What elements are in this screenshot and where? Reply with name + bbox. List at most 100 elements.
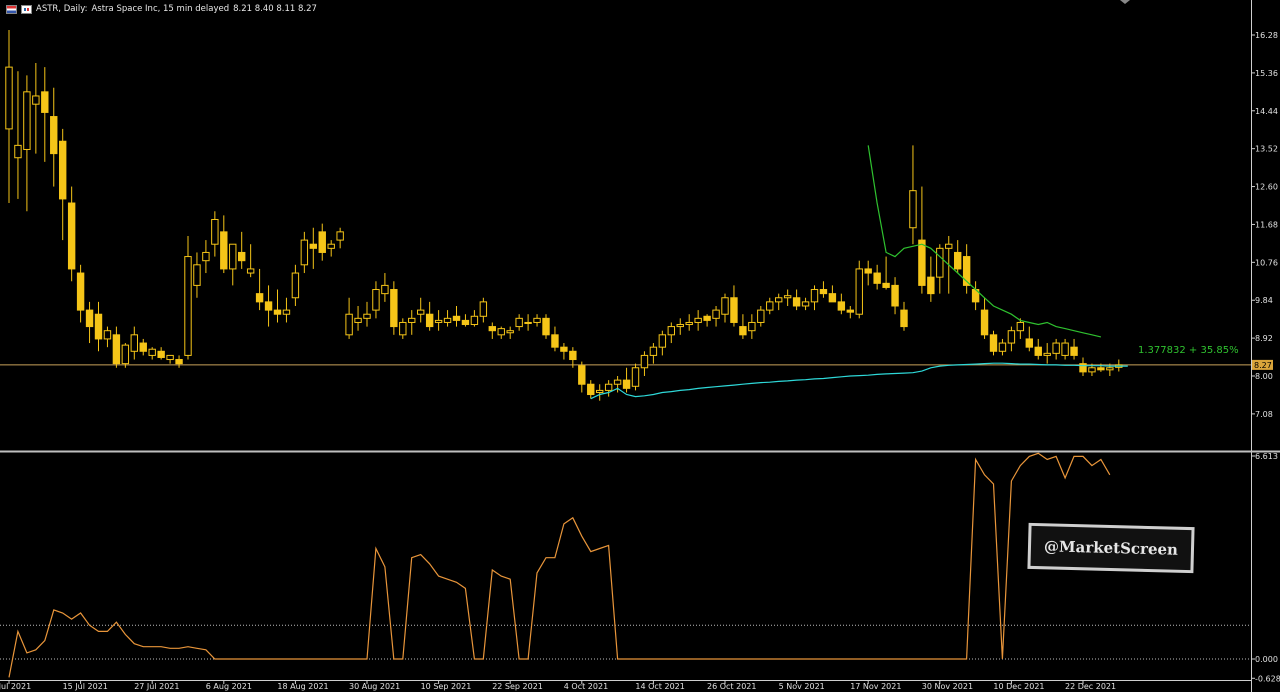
candle[interactable] — [685, 321, 693, 326]
candle[interactable] — [927, 276, 935, 295]
candle[interactable] — [94, 313, 103, 340]
candle[interactable] — [452, 315, 461, 321]
candle[interactable] — [1016, 321, 1025, 332]
candle[interactable] — [32, 95, 40, 105]
candle[interactable] — [1025, 338, 1033, 348]
candle[interactable] — [238, 251, 246, 262]
candle[interactable] — [417, 309, 425, 315]
candle[interactable] — [363, 313, 371, 319]
candle[interactable] — [157, 350, 165, 358]
candle[interactable] — [667, 326, 675, 336]
candle[interactable] — [327, 243, 335, 249]
candle[interactable] — [909, 190, 917, 229]
candle[interactable] — [578, 365, 586, 385]
candle[interactable] — [613, 379, 622, 385]
candle[interactable] — [1061, 342, 1069, 356]
candle[interactable] — [980, 309, 989, 336]
candle[interactable] — [408, 317, 416, 323]
candle[interactable] — [255, 293, 264, 303]
candle[interactable] — [85, 309, 94, 328]
candle[interactable] — [211, 219, 219, 245]
candle[interactable] — [837, 301, 846, 311]
candle[interactable] — [5, 66, 13, 130]
candle[interactable] — [273, 309, 282, 315]
candle[interactable] — [604, 383, 613, 391]
candle[interactable] — [41, 91, 49, 113]
candle[interactable] — [864, 268, 872, 274]
candle[interactable] — [900, 309, 908, 328]
candle[interactable] — [130, 334, 139, 352]
candle[interactable] — [1097, 367, 1105, 371]
candle[interactable] — [954, 251, 962, 270]
candle[interactable] — [730, 297, 738, 323]
candle[interactable] — [918, 239, 926, 286]
candle[interactable] — [1070, 346, 1078, 356]
candle[interactable] — [184, 256, 192, 356]
candle[interactable] — [390, 289, 398, 328]
candle[interactable] — [193, 264, 201, 286]
candle[interactable] — [148, 348, 156, 356]
candle[interactable] — [542, 317, 550, 336]
candle[interactable] — [202, 251, 210, 262]
candle[interactable] — [855, 268, 863, 315]
candle[interactable] — [229, 243, 237, 270]
candle[interactable] — [291, 272, 300, 299]
candle[interactable] — [945, 243, 953, 249]
candle[interactable] — [309, 243, 318, 249]
candle[interactable] — [282, 309, 291, 315]
candle[interactable] — [318, 231, 326, 253]
candle[interactable] — [399, 321, 407, 336]
candle[interactable] — [264, 301, 273, 311]
candle[interactable] — [569, 350, 577, 361]
candle[interactable] — [560, 346, 568, 352]
candle[interactable] — [139, 342, 147, 352]
candle[interactable] — [783, 295, 792, 299]
candle[interactable] — [14, 144, 22, 159]
candle[interactable] — [882, 282, 890, 288]
candle[interactable] — [524, 321, 532, 324]
candle[interactable] — [1079, 363, 1087, 373]
candle[interactable] — [1088, 367, 1096, 373]
candle[interactable] — [506, 330, 514, 334]
candle[interactable] — [246, 268, 255, 274]
candle[interactable] — [497, 328, 505, 336]
candle[interactable] — [721, 297, 729, 315]
candle[interactable] — [622, 379, 631, 389]
candle[interactable] — [59, 140, 67, 200]
candle[interactable] — [103, 330, 112, 340]
candle[interactable] — [757, 309, 765, 323]
candle[interactable] — [1052, 342, 1060, 354]
candle[interactable] — [354, 317, 362, 323]
candle[interactable] — [676, 324, 684, 328]
candle[interactable] — [300, 239, 309, 266]
candle[interactable] — [76, 272, 85, 311]
candle[interactable] — [443, 317, 452, 323]
candle[interactable] — [775, 297, 783, 303]
candle[interactable] — [936, 247, 944, 278]
candle[interactable] — [488, 326, 497, 332]
candle[interactable] — [67, 202, 76, 270]
candle[interactable] — [587, 383, 595, 396]
candle[interactable] — [658, 334, 667, 348]
candle[interactable] — [631, 367, 640, 387]
candle[interactable] — [1043, 352, 1051, 356]
candle[interactable] — [748, 321, 756, 332]
candle[interactable] — [50, 116, 58, 155]
candle[interactable] — [1007, 330, 1016, 344]
candle[interactable] — [703, 315, 711, 321]
candle[interactable] — [596, 389, 604, 393]
candle[interactable] — [345, 313, 353, 336]
candle[interactable] — [712, 309, 720, 319]
candle[interactable] — [640, 354, 649, 369]
candle[interactable] — [479, 301, 488, 317]
candle[interactable] — [801, 301, 810, 307]
candle[interactable] — [425, 313, 434, 328]
candle[interactable] — [372, 289, 380, 311]
candle[interactable] — [551, 334, 559, 348]
candle[interactable] — [649, 346, 658, 356]
candle[interactable] — [381, 284, 389, 295]
candle[interactable] — [515, 317, 523, 328]
candle[interactable] — [112, 334, 121, 365]
candle[interactable] — [766, 301, 774, 311]
candle[interactable] — [998, 342, 1007, 352]
